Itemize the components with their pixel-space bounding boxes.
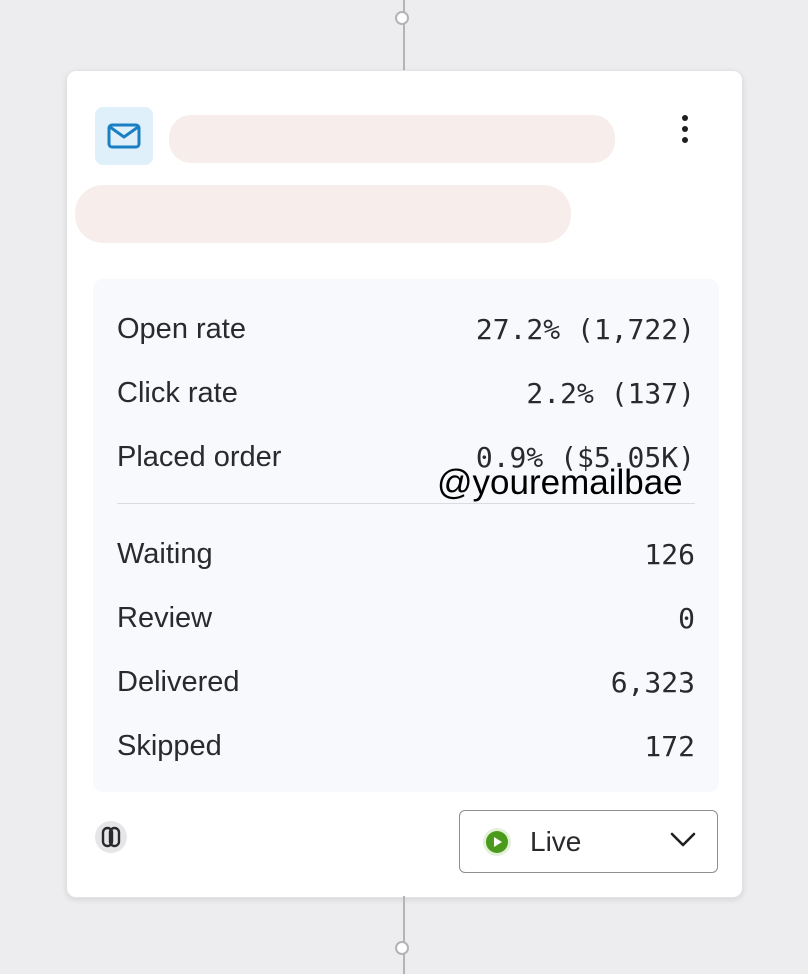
count-value: 126 bbox=[644, 537, 695, 571]
count-label: Waiting bbox=[117, 537, 213, 570]
play-circle-icon bbox=[482, 827, 512, 857]
count-label: Review bbox=[117, 601, 213, 634]
email-step-card[interactable]: Open rate 27.2% (1,722) Click rate 2.2% … bbox=[66, 70, 743, 898]
flow-node-bottom[interactable] bbox=[395, 941, 409, 955]
status-label: Live bbox=[530, 825, 582, 857]
metric-row-placed-order: Placed order 0.9% ($5.05K) bbox=[117, 437, 695, 477]
metric-value: 0.9% ($5.05K) bbox=[475, 440, 695, 474]
link-icon[interactable] bbox=[93, 819, 129, 855]
count-value: 172 bbox=[644, 729, 695, 763]
count-value: 0 bbox=[678, 601, 695, 635]
status-dropdown[interactable]: Live bbox=[459, 810, 718, 873]
email-icon bbox=[95, 107, 153, 165]
redacted-subtitle bbox=[75, 185, 571, 243]
stats-panel: Open rate 27.2% (1,722) Click rate 2.2% … bbox=[93, 279, 719, 792]
metric-label: Placed order bbox=[117, 440, 282, 473]
count-row-review: Review 0 bbox=[117, 598, 695, 638]
count-value: 6,323 bbox=[610, 665, 695, 699]
flow-node-top[interactable] bbox=[395, 11, 409, 25]
metric-value: 2.2% (137) bbox=[526, 376, 695, 410]
count-row-skipped: Skipped 172 bbox=[117, 726, 695, 766]
more-vertical-icon[interactable] bbox=[667, 107, 703, 151]
count-row-delivered: Delivered 6,323 bbox=[117, 662, 695, 702]
metric-label: Click rate bbox=[117, 376, 238, 409]
count-label: Delivered bbox=[117, 665, 240, 698]
redacted-title bbox=[169, 115, 615, 163]
count-row-waiting: Waiting 126 bbox=[117, 534, 695, 574]
metric-row-click-rate: Click rate 2.2% (137) bbox=[117, 373, 695, 413]
flow-connector-bottom bbox=[403, 896, 405, 974]
chevron-down-icon bbox=[669, 831, 697, 854]
count-label: Skipped bbox=[117, 729, 222, 762]
stats-divider bbox=[117, 503, 695, 504]
metric-value: 27.2% (1,722) bbox=[475, 312, 695, 346]
metric-label: Open rate bbox=[117, 312, 246, 345]
metric-row-open-rate: Open rate 27.2% (1,722) bbox=[117, 309, 695, 349]
